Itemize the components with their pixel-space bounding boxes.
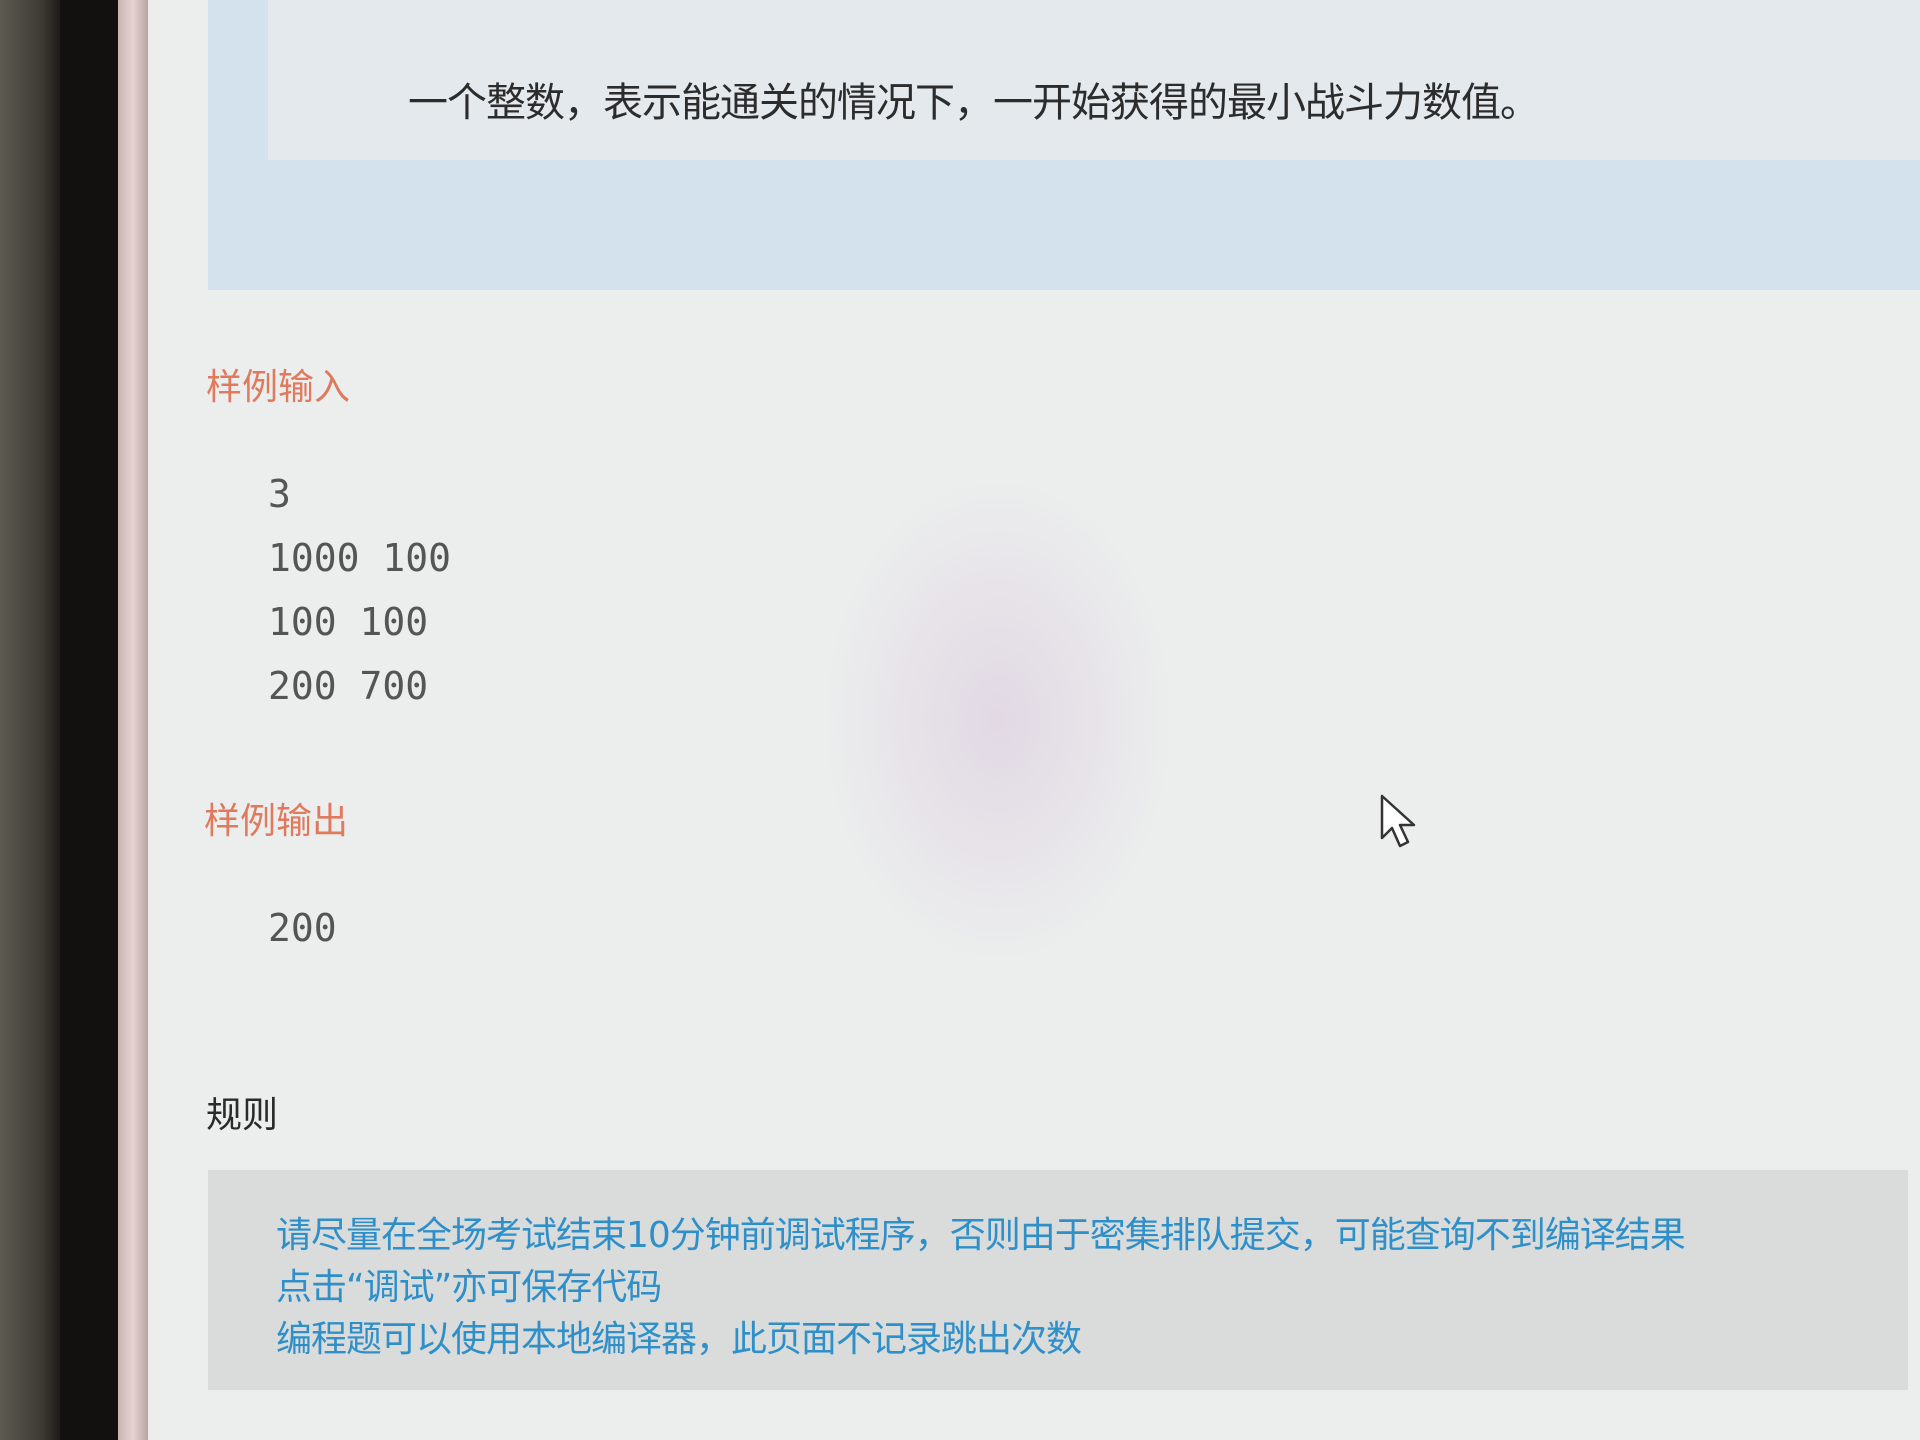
mouse-pointer-icon (1380, 794, 1416, 848)
rules-line: 点击“调试”亦可保存代码 (276, 1267, 662, 1308)
sample-input-line: 1000 100 (268, 536, 452, 580)
problem-page: 一个整数，表示能通关的情况下，一开始获得的最小战斗力数值。 样例输入 3 100… (148, 0, 1920, 1440)
rules-line: 编程题可以使用本地编译器，此页面不记录跳出次数 (276, 1319, 1082, 1360)
sample-output-code: 200 (268, 896, 337, 960)
sample-input-line: 3 (268, 472, 291, 516)
rules-heading: 规则 (206, 1095, 279, 1136)
sample-input-heading: 样例输入 (206, 367, 351, 408)
sample-input-line: 200 700 (268, 664, 429, 708)
rules-line: 请尽量在全场考试结束10分钟前调试程序，否则由于密集排队提交，可能查询不到编译结… (276, 1215, 1686, 1256)
rules-panel: 请尽量在全场考试结束10分钟前调试程序，否则由于密集排队提交，可能查询不到编译结… (208, 1170, 1908, 1390)
sample-input-code: 3 1000 100 100 100 200 700 (268, 462, 451, 718)
window-edge (118, 0, 148, 1440)
output-description-panel: 一个整数，表示能通关的情况下，一开始获得的最小战斗力数值。 (208, 0, 1920, 290)
output-description-text: 一个整数，表示能通关的情况下，一开始获得的最小战斗力数值。 (408, 80, 1540, 126)
monitor-bezel-inner (60, 0, 118, 1440)
sample-input-line: 100 100 (268, 600, 429, 644)
monitor-bezel (0, 0, 60, 1440)
sample-output-heading: 样例输出 (204, 801, 349, 842)
sample-output-line: 200 (268, 906, 337, 950)
